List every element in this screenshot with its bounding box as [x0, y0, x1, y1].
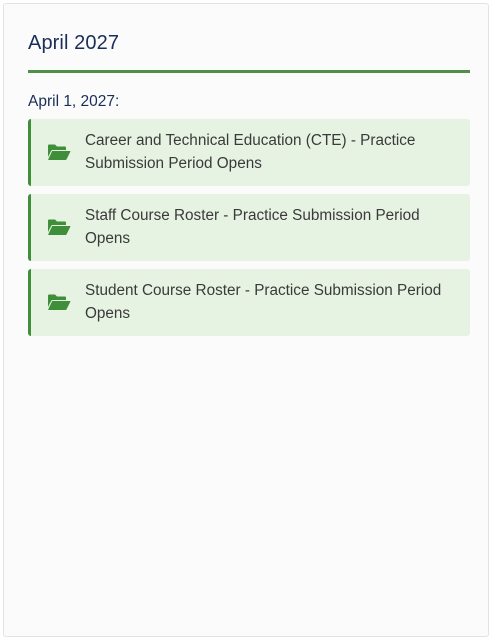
folder-open-icon: [47, 293, 71, 311]
event-item-student-course-roster[interactable]: Student Course Roster - Practice Submiss…: [28, 269, 470, 336]
event-list: Career and Technical Education (CTE) - P…: [28, 119, 470, 344]
month-title: April 2027: [28, 32, 120, 54]
month-divider: [28, 70, 470, 73]
date-heading: April 1, 2027:: [28, 93, 120, 110]
event-item-staff-course-roster[interactable]: Staff Course Roster - Practice Submissio…: [28, 194, 470, 261]
event-item-cte[interactable]: Career and Technical Education (CTE) - P…: [28, 119, 470, 186]
event-label: Staff Course Roster - Practice Submissio…: [85, 207, 420, 247]
folder-open-icon: [47, 218, 71, 236]
calendar-panel: April 2027 April 1, 2027: Career and Tec…: [3, 3, 489, 637]
folder-open-icon: [47, 143, 71, 161]
event-label: Career and Technical Education (CTE) - P…: [85, 132, 416, 172]
event-label: Student Course Roster - Practice Submiss…: [85, 282, 442, 322]
